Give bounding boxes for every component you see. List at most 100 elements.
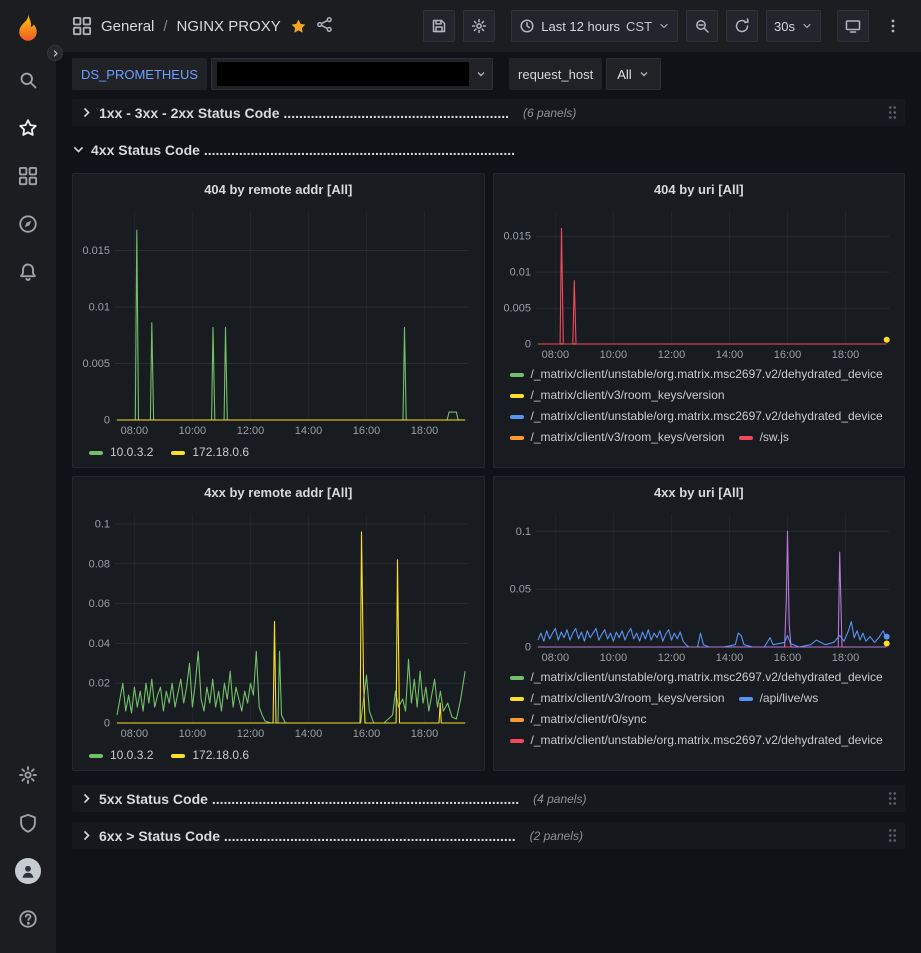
variable-request-host-dropdown[interactable]: All bbox=[606, 58, 660, 90]
svg-text:16:00: 16:00 bbox=[773, 349, 801, 361]
row-drag-handle[interactable] bbox=[888, 791, 897, 806]
sidebar-item-search[interactable] bbox=[6, 56, 50, 104]
svg-text:0.06: 0.06 bbox=[89, 598, 110, 610]
tv-icon bbox=[845, 18, 861, 34]
legend-item[interactable]: /_matrix/client/unstable/org.matrix.msc2… bbox=[510, 732, 883, 749]
legend-item[interactable]: /_matrix/client/unstable/org.matrix.msc2… bbox=[510, 669, 883, 686]
svg-text:18:00: 18:00 bbox=[411, 728, 439, 740]
search-icon bbox=[18, 70, 38, 90]
row-4xx[interactable]: 4xx Status Code ........................… bbox=[72, 136, 905, 163]
timeseries-chart-404-by-remote-addr[interactable]: 00.0050.010.01508:0010:0012:0014:0016:00… bbox=[77, 204, 480, 438]
legend-swatch bbox=[510, 697, 524, 701]
refresh-icon bbox=[734, 18, 750, 34]
svg-text:14:00: 14:00 bbox=[715, 652, 743, 664]
row-drag-handle[interactable] bbox=[888, 828, 897, 843]
legend-label: /_matrix/client/unstable/org.matrix.msc2… bbox=[531, 669, 883, 686]
svg-text:16:00: 16:00 bbox=[773, 652, 801, 664]
svg-text:16:00: 16:00 bbox=[353, 425, 381, 437]
dashboard-settings-button[interactable] bbox=[463, 10, 495, 42]
svg-text:18:00: 18:00 bbox=[411, 425, 439, 437]
legend-item[interactable]: /_matrix/client/unstable/org.matrix.msc2… bbox=[510, 408, 883, 425]
svg-text:12:00: 12:00 bbox=[657, 652, 685, 664]
legend-item[interactable]: 10.0.3.2 bbox=[89, 444, 153, 461]
svg-text:0: 0 bbox=[524, 642, 530, 654]
row-1xx-3xx-2xx[interactable]: 1xx - 3xx - 2xx Status Code ............… bbox=[72, 99, 905, 126]
refresh-interval-dropdown[interactable]: 30s bbox=[766, 10, 821, 42]
legend-swatch bbox=[510, 394, 524, 398]
variable-request-host-value: All bbox=[617, 67, 631, 82]
legend-item[interactable]: 172.18.0.6 bbox=[171, 747, 249, 764]
sidebar-item-settings[interactable] bbox=[6, 751, 50, 799]
row-drag-handle[interactable] bbox=[888, 105, 897, 120]
variable-request-host: request_host All bbox=[509, 58, 661, 90]
main-area: General / NGINX PROXY L bbox=[56, 0, 921, 953]
chart-legend: 10.0.3.2 172.18.0.6 bbox=[73, 438, 484, 467]
legend-label: /api/live/ws bbox=[760, 690, 819, 707]
row-5xx[interactable]: 5xx Status Code ........................… bbox=[72, 785, 905, 812]
legend-swatch bbox=[510, 676, 524, 680]
refresh-button[interactable] bbox=[726, 10, 758, 42]
sidebar-item-help[interactable] bbox=[6, 895, 50, 943]
sidebar-item-alerting[interactable] bbox=[6, 248, 50, 296]
gear-icon bbox=[18, 765, 38, 785]
legend-item[interactable]: 172.18.0.6 bbox=[171, 444, 249, 461]
kebab-menu-button[interactable] bbox=[877, 10, 909, 42]
timeseries-chart-4xx-by-remote-addr[interactable]: 00.020.040.060.080.108:0010:0012:0014:00… bbox=[77, 507, 480, 741]
legend-swatch bbox=[510, 436, 524, 440]
star-icon bbox=[18, 118, 38, 138]
chevron-right-icon bbox=[80, 792, 93, 805]
chart-legend: /_matrix/client/unstable/org.matrix.msc2… bbox=[494, 665, 905, 770]
sidebar-item-explore[interactable] bbox=[6, 200, 50, 248]
svg-text:12:00: 12:00 bbox=[237, 728, 265, 740]
legend-item[interactable]: /_matrix/client/r0/sync bbox=[510, 711, 647, 728]
timeseries-chart-404-by-uri[interactable]: 00.0050.010.01508:0010:0012:0014:0016:00… bbox=[498, 204, 901, 362]
share-button[interactable] bbox=[316, 16, 333, 37]
chart-svg: 00.0050.010.01508:0010:0012:0014:0016:00… bbox=[498, 204, 901, 362]
sidebar-item-admin[interactable] bbox=[6, 799, 50, 847]
svg-text:0.005: 0.005 bbox=[82, 358, 110, 370]
row-title: 4xx Status Code ........................… bbox=[91, 142, 515, 158]
legend-item[interactable]: /api/live/ws bbox=[739, 690, 819, 707]
page-title[interactable]: NGINX PROXY bbox=[177, 18, 281, 35]
timeseries-chart-4xx-by-uri[interactable]: 00.050.108:0010:0012:0014:0016:0018:00 bbox=[498, 507, 901, 665]
svg-text:14:00: 14:00 bbox=[295, 728, 323, 740]
breadcrumb-section[interactable]: General bbox=[101, 18, 154, 35]
sidebar-item-dashboards[interactable] bbox=[6, 152, 50, 200]
legend-item[interactable]: /_matrix/client/v3/room_keys/version bbox=[510, 690, 725, 707]
row-title: 1xx - 3xx - 2xx Status Code ............… bbox=[99, 105, 509, 121]
legend-label: /_matrix/client/v3/room_keys/version bbox=[531, 387, 725, 404]
apps-icon bbox=[72, 16, 92, 36]
top-navigation: General / NGINX PROXY L bbox=[56, 0, 921, 52]
legend-item[interactable]: /sw.js bbox=[739, 429, 789, 446]
row-6xx[interactable]: 6xx > Status Code ......................… bbox=[72, 822, 905, 849]
time-range-picker[interactable]: Last 12 hours CST bbox=[511, 10, 678, 42]
panel-title[interactable]: 4xx by uri [All] bbox=[494, 477, 905, 507]
sidebar bbox=[0, 0, 56, 953]
sidebar-item-starred[interactable] bbox=[6, 104, 50, 152]
legend-item[interactable]: 10.0.3.2 bbox=[89, 747, 153, 764]
grafana-logo[interactable] bbox=[13, 12, 43, 42]
panel-title[interactable]: 404 by uri [All] bbox=[494, 174, 905, 204]
svg-text:08:00: 08:00 bbox=[541, 652, 569, 664]
row-title: 6xx > Status Code ......................… bbox=[99, 828, 516, 844]
panel-title[interactable]: 404 by remote addr [All] bbox=[73, 174, 484, 204]
tv-mode-button[interactable] bbox=[837, 10, 869, 42]
legend-label: /_matrix/client/unstable/org.matrix.msc2… bbox=[531, 408, 883, 425]
save-dashboard-button[interactable] bbox=[423, 10, 455, 42]
panel-title[interactable]: 4xx by remote addr [All] bbox=[73, 477, 484, 507]
legend-swatch bbox=[510, 373, 524, 377]
compass-icon bbox=[18, 214, 38, 234]
legend-item[interactable]: /_matrix/client/v3/room_keys/version bbox=[510, 429, 725, 446]
legend-item[interactable]: /_matrix/client/unstable/org.matrix.msc2… bbox=[510, 366, 883, 383]
chevron-down-icon bbox=[801, 20, 813, 32]
sidebar-item-profile[interactable] bbox=[6, 847, 50, 895]
svg-text:08:00: 08:00 bbox=[121, 728, 149, 740]
svg-text:0.01: 0.01 bbox=[89, 302, 110, 314]
legend-swatch bbox=[89, 754, 103, 758]
variable-datasource-dropdown[interactable] bbox=[211, 58, 493, 90]
zoom-out-button[interactable] bbox=[686, 10, 718, 42]
row-title: 5xx Status Code ........................… bbox=[99, 791, 519, 807]
sidebar-collapse-button[interactable] bbox=[47, 45, 63, 61]
favorite-star-button[interactable] bbox=[290, 18, 307, 35]
legend-item[interactable]: /_matrix/client/v3/room_keys/version bbox=[510, 387, 725, 404]
